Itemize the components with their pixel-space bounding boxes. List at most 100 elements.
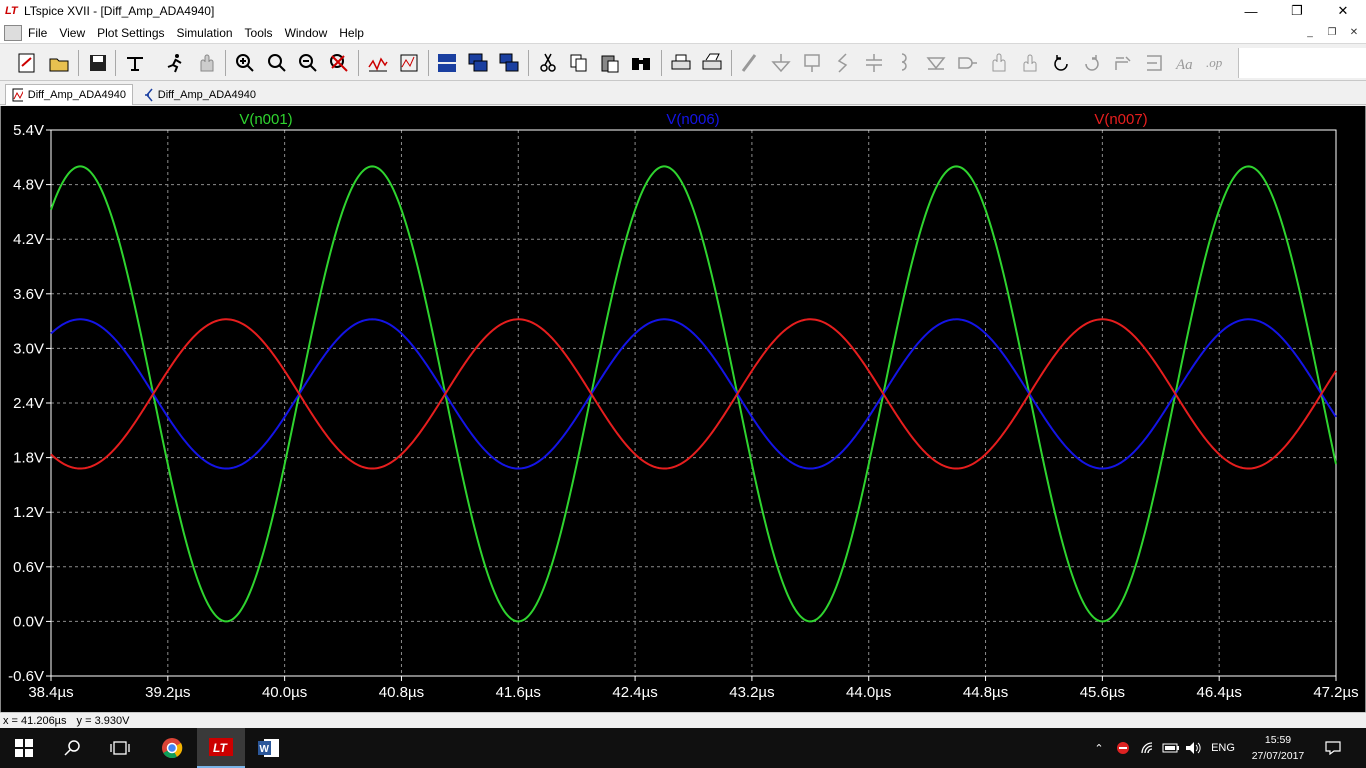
ltspice-logo-icon: LT <box>5 5 18 17</box>
status-bar: x = 41.206µs y = 3.930V <box>0 712 1366 728</box>
label-net-icon[interactable] <box>799 50 825 76</box>
add-traces-icon[interactable] <box>396 50 422 76</box>
rotate-icon[interactable] <box>1110 50 1136 76</box>
wifi-icon[interactable] <box>1137 728 1159 768</box>
taskbar-clock[interactable]: 15:59 27/07/2017 <box>1248 732 1308 764</box>
spice-directive-icon[interactable]: .op <box>1203 50 1229 76</box>
toolbar-separator <box>661 50 662 76</box>
y-tick-label: 3.0V <box>13 340 44 357</box>
menu-simulation[interactable]: Simulation <box>177 26 233 40</box>
doc-close-button[interactable]: ✕ <box>1346 24 1362 40</box>
print-icon[interactable] <box>668 50 694 76</box>
tab-schematic[interactable]: Diff_Amp_ADA4940 <box>136 84 262 105</box>
window-title: LTspice XVII - [Diff_Amp_ADA4940] <box>24 4 215 18</box>
menu-bar: File View Plot Settings Simulation Tools… <box>0 22 1366 43</box>
mirror-icon[interactable] <box>1141 50 1167 76</box>
inductor-icon[interactable] <box>892 50 918 76</box>
save-icon[interactable] <box>85 50 111 76</box>
volume-icon[interactable] <box>1183 728 1205 768</box>
x-tick-label: 44.8µs <box>963 684 1008 701</box>
tile-vertical-icon[interactable] <box>465 50 491 76</box>
ltspice-icon: LT <box>209 738 233 756</box>
cascade-icon[interactable] <box>496 50 522 76</box>
zoom-in-icon[interactable] <box>232 50 258 76</box>
component-icon[interactable] <box>954 50 980 76</box>
y-tick-label: 5.4V <box>13 122 44 139</box>
x-tick-label: 44.0µs <box>846 684 891 701</box>
redo-icon[interactable] <box>1079 50 1105 76</box>
text-icon[interactable]: Aa <box>1172 50 1198 76</box>
show-hidden-icons-button[interactable]: ⌃ <box>1090 728 1108 768</box>
battery-icon[interactable] <box>1160 728 1182 768</box>
tile-horizontal-icon[interactable] <box>434 50 460 76</box>
diode-icon[interactable] <box>923 50 949 76</box>
start-button[interactable] <box>0 728 48 768</box>
schematic-tab-icon <box>145 88 153 101</box>
toolbar-empty-area <box>1238 48 1366 78</box>
chrome-icon <box>162 738 183 759</box>
find-icon[interactable] <box>628 50 654 76</box>
notification-icon <box>1325 741 1341 755</box>
red-tray-icon[interactable] <box>1112 728 1134 768</box>
autorange-icon[interactable] <box>365 50 391 76</box>
cut-icon[interactable] <box>535 50 561 76</box>
document-menu-icon[interactable] <box>4 24 22 41</box>
chrome-taskbar-button[interactable] <box>148 728 196 768</box>
maximize-button[interactable]: ❐ <box>1274 0 1320 22</box>
task-view-button[interactable] <box>96 728 144 768</box>
tab-waveform[interactable]: Diff_Amp_ADA4940 <box>5 84 133 105</box>
draw-wire-icon[interactable] <box>737 50 763 76</box>
document-tabs: Diff_Amp_ADA4940 Diff_Amp_ADA4940 <box>0 82 1366 105</box>
copy-icon[interactable] <box>566 50 592 76</box>
y-tick-label: -0.6V <box>8 668 44 685</box>
toolbar-separator <box>358 50 359 76</box>
menu-view[interactable]: View <box>59 26 85 40</box>
resistor-icon[interactable] <box>830 50 856 76</box>
zoom-area-icon[interactable] <box>264 50 290 76</box>
new-schematic-icon[interactable] <box>14 50 40 76</box>
chevron-up-icon: ⌃ <box>1094 742 1104 755</box>
move-icon[interactable] <box>986 50 1012 76</box>
paste-icon[interactable] <box>597 50 623 76</box>
waveform-viewer[interactable]: 38.4µs 39.2µs 40.0µs 40.8µs 41.6µs 42.4µs 43.2… <box>0 106 1366 712</box>
toolbar-separator <box>428 50 429 76</box>
svg-text:LT: LT <box>213 741 228 755</box>
cursor-y-readout: y = 3.930V <box>76 714 130 727</box>
print-setup-icon[interactable] <box>699 50 725 76</box>
svg-text:W: W <box>260 744 270 755</box>
menu-tools[interactable]: Tools <box>245 26 273 40</box>
doc-minimize-button[interactable]: _ <box>1302 24 1318 40</box>
ground-icon[interactable] <box>768 50 794 76</box>
minimize-button[interactable]: — <box>1228 0 1274 22</box>
run-icon[interactable] <box>162 50 188 76</box>
drag-icon[interactable] <box>1017 50 1043 76</box>
word-taskbar-button[interactable]: W <box>245 728 293 768</box>
windows-logo-icon <box>15 739 33 757</box>
capacitor-icon[interactable] <box>861 50 887 76</box>
close-button[interactable]: ✕ <box>1320 0 1366 22</box>
open-icon[interactable] <box>46 50 72 76</box>
action-center-button[interactable] <box>1318 728 1348 768</box>
y-tick-label: 0.6V <box>13 559 44 576</box>
language-indicator[interactable]: ENG <box>1208 728 1238 768</box>
task-view-icon <box>110 741 130 755</box>
zoom-cancel-icon[interactable] <box>326 50 352 76</box>
doc-restore-button[interactable]: ❐ <box>1324 24 1340 40</box>
menu-help[interactable]: Help <box>339 26 364 40</box>
svg-text:Aa: Aa <box>1175 57 1193 73</box>
control-panel-icon[interactable] <box>122 50 148 76</box>
undo-icon[interactable] <box>1048 50 1074 76</box>
waveform-plot[interactable]: 38.4µs 39.2µs 40.0µs 40.8µs 41.6µs 42.4µs 43.2… <box>1 106 1365 712</box>
ltspice-taskbar-button[interactable]: LT <box>197 728 245 768</box>
zoom-out-icon[interactable] <box>295 50 321 76</box>
halt-icon[interactable] <box>193 50 219 76</box>
svg-text:.op: .op <box>1206 55 1223 70</box>
search-icon <box>64 740 80 756</box>
toolbar-separator <box>731 50 732 76</box>
x-tick-label: 43.2µs <box>729 684 774 701</box>
menu-plot-settings[interactable]: Plot Settings <box>97 26 164 40</box>
menu-window[interactable]: Window <box>285 26 328 40</box>
search-button[interactable] <box>48 728 96 768</box>
menu-file[interactable]: File <box>28 26 47 40</box>
y-tick-label: 4.8V <box>13 177 44 194</box>
